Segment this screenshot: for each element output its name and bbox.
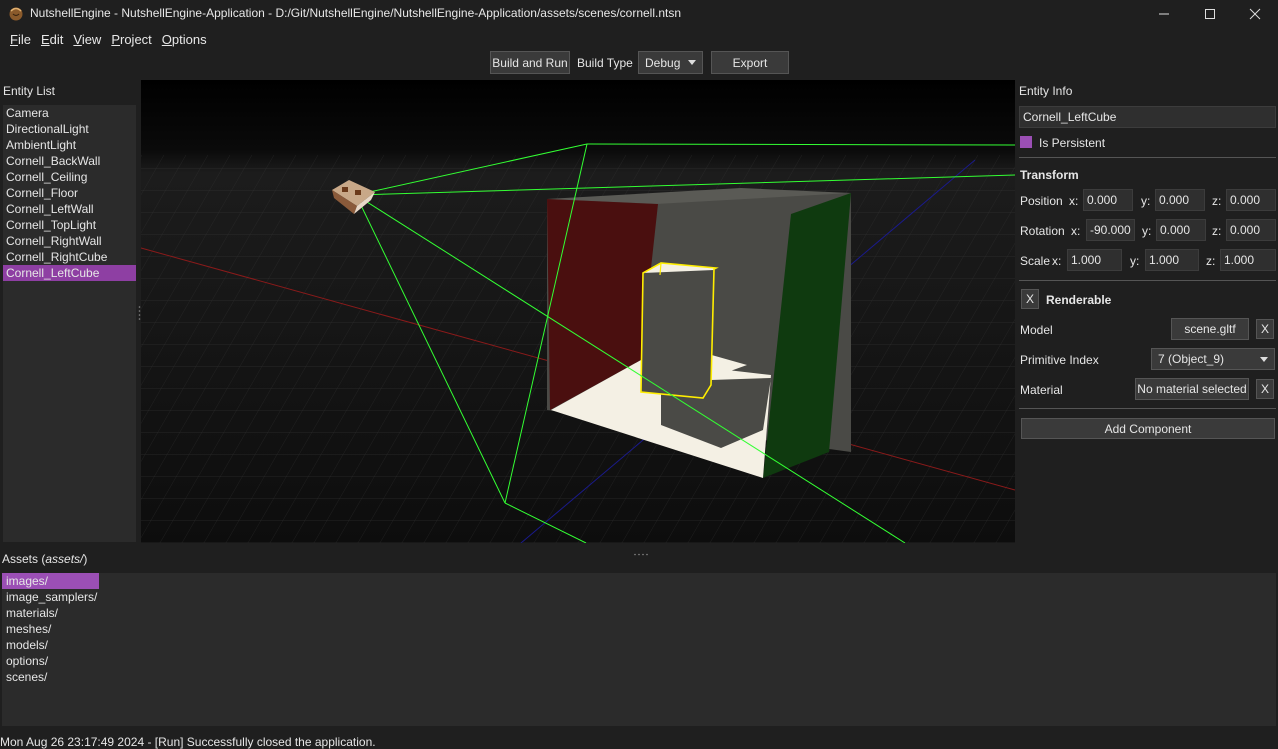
entity-list-item[interactable]: AmbientLight [3, 137, 136, 153]
scale-x-label: x: [1052, 254, 1062, 268]
entity-list-item[interactable]: Cornell_BackWall [3, 153, 136, 169]
add-component-button[interactable]: Add Component [1021, 418, 1275, 439]
close-icon[interactable] [1232, 0, 1278, 28]
menu-mnemonic: O [161, 32, 172, 47]
divider [1019, 408, 1276, 409]
menu-project[interactable]: Project [106, 30, 156, 50]
is-persistent-checkbox[interactable] [1020, 136, 1032, 148]
entity-list-item[interactable]: Cornell_RightCube [3, 249, 136, 265]
position-y-field[interactable]: 0.000 [1155, 189, 1205, 211]
splitter-handle[interactable] [633, 545, 651, 556]
menu-mnemonic: V [73, 32, 82, 47]
asset-list-item[interactable]: models/ [2, 637, 99, 653]
entity-list-title: Entity List [3, 84, 56, 98]
scale-x-field[interactable]: 1.000 [1067, 249, 1122, 271]
rotation-z-field[interactable]: 0.000 [1226, 219, 1276, 241]
rotation-y-field[interactable]: 0.000 [1156, 219, 1206, 241]
scale-y-label: y: [1130, 254, 1140, 268]
asset-list-item[interactable]: materials/ [2, 605, 99, 621]
entity-list-item[interactable]: Cornell_TopLight [3, 217, 136, 233]
model-label: Model [1020, 323, 1053, 337]
position-x-label: x: [1069, 194, 1079, 208]
asset-list-item[interactable]: images/ [2, 573, 99, 589]
minimize-icon[interactable] [1141, 0, 1187, 28]
position-label: Position [1020, 194, 1063, 208]
entity-list-item[interactable]: Cornell_Floor [3, 185, 136, 201]
remove-material-button[interactable]: X [1256, 379, 1274, 399]
assets-title-prefix: Assets ( [2, 552, 46, 566]
material-label: Material [1020, 383, 1063, 397]
divider [1019, 280, 1276, 281]
menu-label-rest: iew [81, 32, 102, 47]
scale-z-field[interactable]: 1.000 [1220, 249, 1276, 271]
status-bar: Mon Aug 26 23:17:49 2024 - [Run] Success… [0, 735, 376, 749]
rotation-x-field[interactable]: -90.000 [1086, 219, 1135, 241]
menu-mnemonic: E [40, 32, 50, 47]
entity-list-item[interactable]: Cornell_Ceiling [3, 169, 136, 185]
build-type-select[interactable]: Debug [638, 51, 703, 74]
scale-label: Scale [1020, 254, 1051, 268]
assets-title-suffix: ) [83, 552, 88, 566]
entity-list-item[interactable]: Cornell_LeftCube [3, 265, 136, 281]
menu-mnemonic: P [111, 32, 120, 47]
entity-list[interactable]: Camera DirectionalLight AmbientLight Cornel… [3, 105, 136, 542]
is-persistent-label: Is Persistent [1039, 136, 1106, 150]
primitive-index-select[interactable]: 7 (Object_9) [1151, 348, 1275, 370]
rotation-y-label: y: [1142, 224, 1152, 238]
model-select-button[interactable]: scene.gltf [1171, 318, 1249, 340]
remove-renderable-button[interactable]: X [1021, 289, 1039, 309]
position-x-field[interactable]: 0.000 [1083, 189, 1133, 211]
entity-list-item[interactable]: Camera [3, 105, 136, 121]
menu-bar: File Edit View Project Options [5, 30, 212, 50]
asset-list-item[interactable]: options/ [2, 653, 99, 669]
asset-list-item[interactable]: image_samplers/ [2, 589, 99, 605]
position-z-label: z: [1212, 194, 1222, 208]
build-and-run-button[interactable]: Build and Run [490, 51, 570, 74]
menu-options[interactable]: Options [157, 30, 212, 50]
menu-edit[interactable]: Edit [36, 30, 68, 50]
position-z-field[interactable]: 0.000 [1226, 189, 1276, 211]
rotation-z-label: z: [1212, 224, 1222, 238]
divider [1019, 157, 1276, 158]
assets-title-dir: assets/ [45, 552, 84, 566]
scene-viewport[interactable] [141, 80, 1015, 543]
menu-mnemonic: F [10, 32, 18, 47]
entity-name-field[interactable]: Cornell_LeftCube [1019, 106, 1276, 128]
position-y-label: y: [1141, 194, 1151, 208]
rotation-x-label: x: [1071, 224, 1081, 238]
menu-label-rest: dit [49, 32, 64, 47]
window-title: NutshellEngine - NutshellEngine-Applicat… [30, 6, 682, 20]
renderable-title: Renderable [1046, 293, 1112, 307]
asset-list-item[interactable]: scenes/ [2, 669, 99, 685]
build-type-value: Debug [645, 55, 681, 70]
scale-z-label: z: [1206, 254, 1216, 268]
scale-y-field[interactable]: 1.000 [1145, 249, 1199, 271]
menu-file[interactable]: File [5, 30, 36, 50]
menu-label-rest: ptions [171, 32, 207, 47]
entity-list-item[interactable]: DirectionalLight [3, 121, 136, 137]
entity-info-title: Entity Info [1019, 84, 1073, 98]
rotation-label: Rotation [1020, 224, 1065, 238]
remove-model-button[interactable]: X [1256, 319, 1274, 339]
primitive-index-value: 7 (Object_9) [1158, 352, 1225, 366]
material-select-button[interactable]: No material selected [1135, 378, 1249, 400]
transform-title: Transform [1020, 168, 1079, 182]
menu-view[interactable]: View [68, 30, 106, 50]
menu-label-rest: roject [120, 32, 152, 47]
assets-list[interactable]: images/image_samplers/materials/meshes/m… [2, 573, 1276, 726]
menu-label-rest: ile [17, 32, 31, 47]
app-logo-icon [8, 5, 24, 21]
assets-title: Assets (assets/) [2, 552, 87, 566]
asset-list-item[interactable]: meshes/ [2, 621, 99, 637]
entity-list-item[interactable]: Cornell_LeftWall [3, 201, 136, 217]
maximize-icon[interactable] [1187, 0, 1233, 28]
primitive-index-label: Primitive Index [1020, 353, 1099, 367]
chevron-down-icon [688, 60, 696, 65]
entity-list-item[interactable]: Cornell_RightWall [3, 233, 136, 249]
export-button[interactable]: Export [711, 51, 789, 74]
chevron-down-icon [1260, 356, 1268, 362]
build-type-label: Build Type [577, 56, 633, 70]
left-cube [641, 269, 714, 398]
